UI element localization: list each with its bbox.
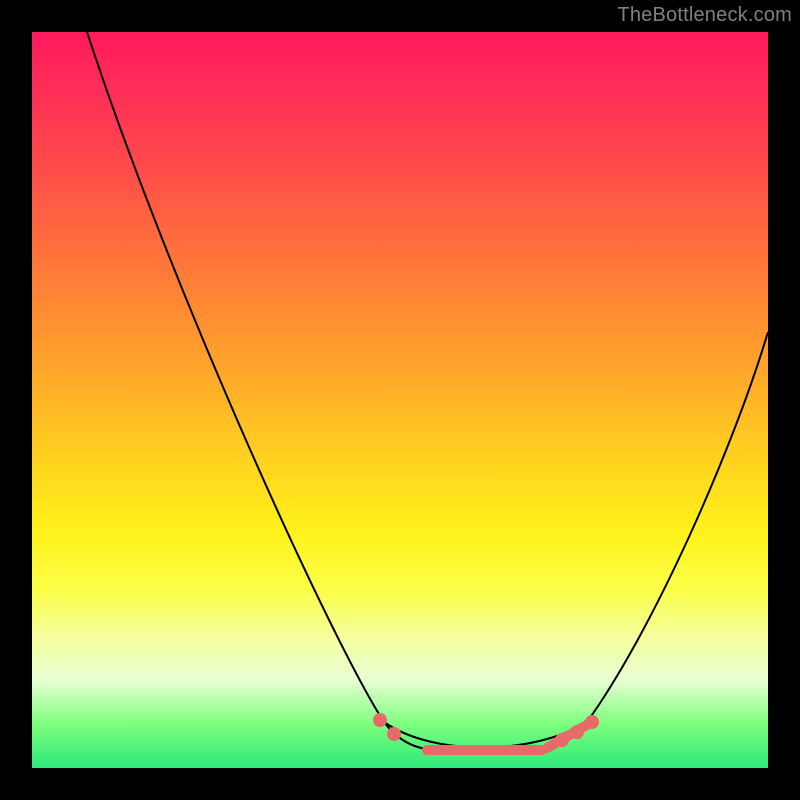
watermark: TheBottleneck.com: [617, 4, 792, 27]
bottleneck-curve: [32, 32, 768, 768]
